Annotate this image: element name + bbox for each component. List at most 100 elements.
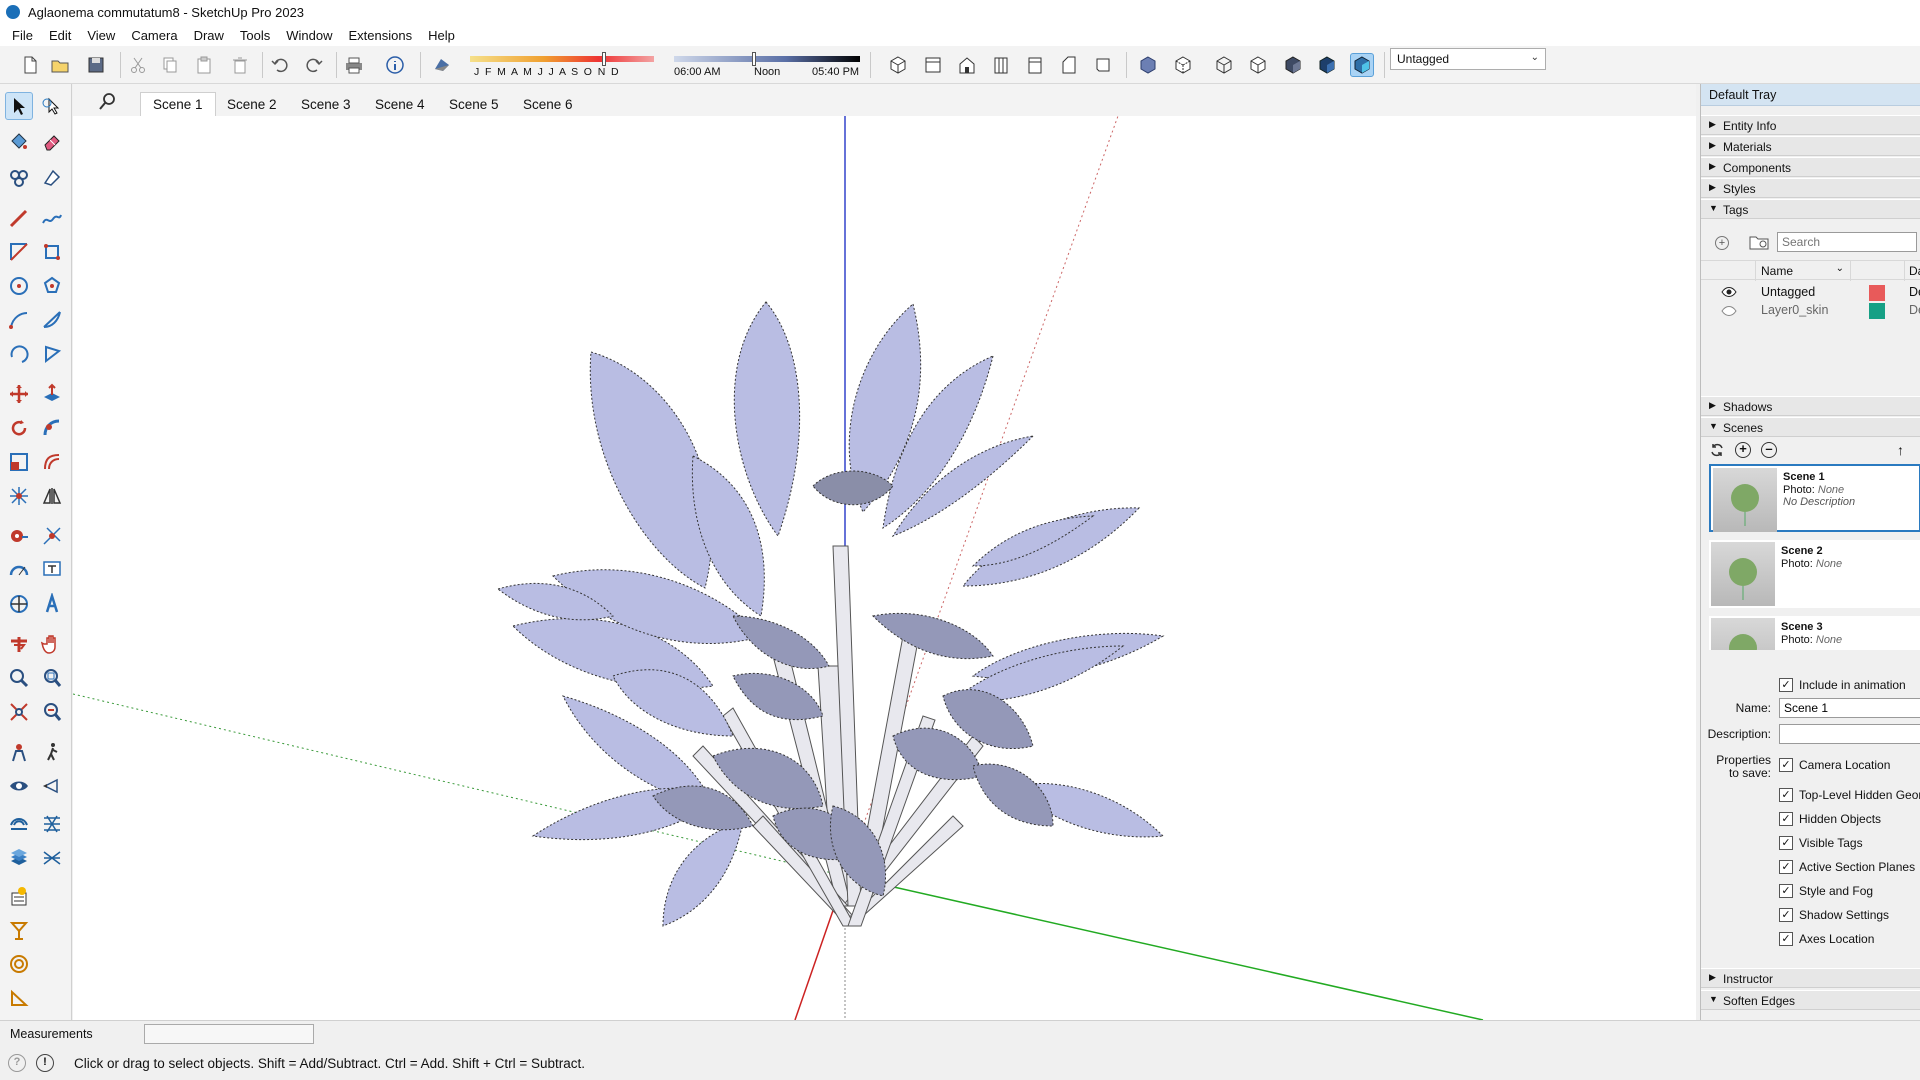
shadow-date-slider[interactable] [470, 52, 654, 66]
freehand-tool-icon[interactable] [38, 204, 66, 232]
scene-card[interactable]: Scene 1 Photo: None No Description [1709, 464, 1920, 532]
push-pull-tool-icon[interactable] [38, 380, 66, 408]
zoom-extents-tool-icon[interactable] [5, 698, 33, 726]
menu-extensions[interactable]: Extensions [341, 28, 421, 43]
solid-tools-icon[interactable] [5, 984, 33, 1012]
iso-view-icon[interactable] [886, 53, 910, 77]
prop-checkbox[interactable]: ✓ [1779, 788, 1793, 802]
bottom-view-icon[interactable] [1091, 53, 1115, 77]
tag-tool-icon[interactable] [5, 164, 33, 192]
tag-color-swatch[interactable] [1869, 303, 1885, 319]
remove-scene-icon[interactable]: – [1761, 442, 1777, 458]
model-info-icon[interactable] [383, 53, 407, 77]
model-canvas[interactable] [73, 116, 1696, 1020]
scene-card[interactable]: Scene 3 Photo: None [1709, 616, 1920, 650]
redo-icon[interactable] [302, 53, 326, 77]
panel-entity-info[interactable]: ▶ Entity Info [1701, 115, 1920, 135]
previous-view-tool-icon[interactable] [38, 698, 66, 726]
lasso-select-tool-icon[interactable] [38, 92, 66, 120]
scene-details-icon[interactable]: ↑ [1897, 442, 1911, 458]
eraser-tool-icon[interactable] [38, 128, 66, 156]
scale-tool-icon[interactable] [5, 448, 33, 476]
wireframe-style-icon[interactable] [1212, 53, 1236, 77]
polygon-tool-icon[interactable] [38, 272, 66, 300]
shadow-time-slider[interactable] [674, 52, 860, 66]
prop-checkbox[interactable]: ✓ [1779, 932, 1793, 946]
section-plane-tool-icon[interactable] [5, 630, 33, 658]
cut-icon[interactable] [126, 53, 150, 77]
prop-checkbox[interactable]: ✓ [1779, 812, 1793, 826]
zoom-tool-icon[interactable] [5, 664, 33, 692]
prop-checkbox[interactable]: ✓ [1779, 908, 1793, 922]
top-view-icon[interactable] [921, 53, 945, 77]
panel-soften-edges[interactable]: ▼ Soften Edges [1701, 990, 1920, 1010]
rotated-rectangle-tool-icon[interactable] [38, 238, 66, 266]
pan-hand-icon[interactable] [38, 630, 66, 658]
menu-tools[interactable]: Tools [232, 28, 278, 43]
model-viewport[interactable] [73, 116, 1696, 1020]
rotate-tool-icon[interactable] [5, 414, 33, 442]
monochrome-style-icon[interactable] [1350, 53, 1374, 77]
panel-shadows[interactable]: ▶ Shadows [1701, 396, 1920, 416]
zoom-window-tool-icon[interactable] [38, 664, 66, 692]
section-fill-icon[interactable] [5, 916, 33, 944]
hidden-line-style-icon[interactable] [1246, 53, 1270, 77]
front-view-icon[interactable] [955, 53, 979, 77]
tag-color-swatch[interactable] [1869, 285, 1885, 301]
xray-style-icon[interactable] [1136, 53, 1160, 77]
tag-row[interactable]: Layer0_skin De [1701, 302, 1920, 320]
axes-tool-icon[interactable] [5, 590, 33, 618]
update-scene-icon[interactable] [1709, 442, 1725, 458]
panel-instructor[interactable]: ▶ Instructor [1701, 968, 1920, 988]
protractor-tool-icon[interactable] [5, 556, 33, 584]
save-icon[interactable] [84, 53, 108, 77]
tab-scene-1[interactable]: Scene 1 [140, 92, 216, 116]
geo-location-icon[interactable]: ? [8, 1054, 26, 1072]
instructor-info-icon[interactable]: ! [36, 1054, 54, 1072]
hidden-eye-icon[interactable] [1721, 305, 1737, 320]
shadows-toggle-icon[interactable] [430, 53, 454, 77]
mirror-tool-icon[interactable] [38, 482, 66, 510]
position-camera-tool-icon[interactable] [5, 738, 33, 766]
paint-bucket-tool-icon[interactable] [5, 128, 33, 156]
menu-edit[interactable]: Edit [41, 28, 79, 43]
follow-me-tool-icon[interactable] [38, 414, 66, 442]
prop-checkbox[interactable]: ✓ [1779, 758, 1793, 772]
panel-components[interactable]: ▶ Components [1701, 157, 1920, 177]
undo-icon[interactable] [268, 53, 292, 77]
right-view-icon[interactable] [989, 53, 1013, 77]
back-view-icon[interactable] [1023, 53, 1047, 77]
flip-tool-icon[interactable] [5, 482, 33, 510]
orbit-view-icon[interactable] [38, 772, 66, 800]
new-file-icon[interactable] [18, 53, 42, 77]
tag-row[interactable]: Untagged De [1701, 284, 1920, 302]
smoove-tool-icon[interactable] [5, 844, 33, 872]
shaded-style-icon[interactable] [1281, 53, 1305, 77]
sandbox-from-contours-icon[interactable] [5, 810, 33, 838]
select-tool-icon[interactable] [5, 92, 33, 120]
menu-camera[interactable]: Camera [123, 28, 185, 43]
prop-checkbox[interactable]: ✓ [1779, 860, 1793, 874]
shaded-textures-style-icon[interactable] [1315, 53, 1339, 77]
tab-scene-3[interactable]: Scene 3 [288, 92, 364, 116]
panel-tags[interactable]: ▼ Tags [1701, 199, 1920, 219]
offset-tool-icon[interactable] [38, 448, 66, 476]
scene-name-input[interactable] [1779, 698, 1920, 718]
menu-help[interactable]: Help [420, 28, 463, 43]
prop-checkbox[interactable]: ✓ [1779, 884, 1793, 898]
walk-tool-icon[interactable] [38, 738, 66, 766]
paste-icon[interactable] [192, 53, 216, 77]
menu-window[interactable]: Window [278, 28, 340, 43]
line-tool-icon[interactable] [5, 204, 33, 232]
tab-scene-4[interactable]: Scene 4 [362, 92, 438, 116]
add-tag-folder-icon[interactable] [1749, 234, 1769, 250]
measurements-input[interactable] [144, 1024, 314, 1044]
dimension-tool-icon[interactable] [38, 522, 66, 550]
tab-scene-5[interactable]: Scene 5 [436, 92, 512, 116]
delete-icon[interactable] [228, 53, 252, 77]
stamp-tool-icon[interactable] [38, 844, 66, 872]
menu-file[interactable]: File [4, 28, 41, 43]
add-scene-icon[interactable]: + [1735, 442, 1751, 458]
scene-description-input[interactable] [1779, 724, 1920, 744]
add-tag-icon[interactable]: + [1715, 236, 1729, 250]
